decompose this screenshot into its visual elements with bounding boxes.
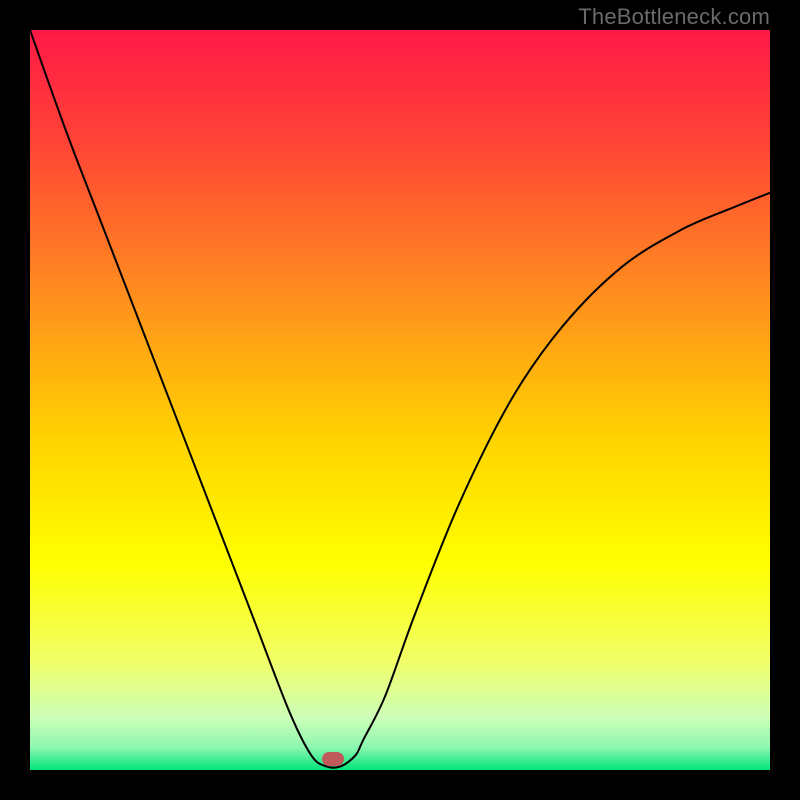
curve-layer (30, 30, 770, 770)
vertex-marker (322, 752, 344, 766)
bottleneck-curve (30, 30, 770, 768)
chart-frame: TheBottleneck.com (0, 0, 800, 800)
plot-area (30, 30, 770, 770)
watermark-label: TheBottleneck.com (578, 4, 770, 30)
